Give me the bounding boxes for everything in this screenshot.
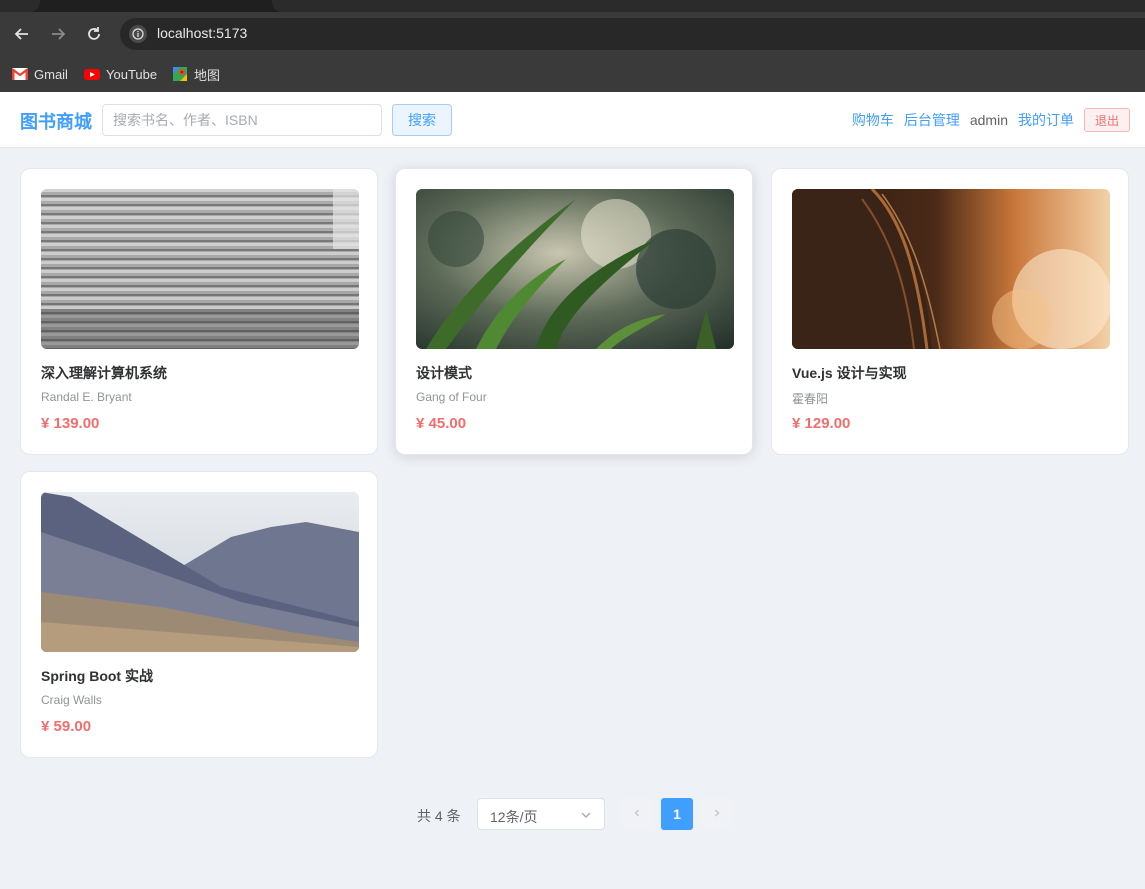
forward-arrow-icon[interactable] <box>46 22 70 46</box>
bookmark-maps[interactable]: 地图 <box>172 64 220 84</box>
reload-icon[interactable] <box>82 22 106 46</box>
browser-tab[interactable] <box>0 0 40 12</box>
username-label: admin <box>969 112 1008 128</box>
bookmarks-bar: Gmail YouTube 地图 <box>0 56 1145 92</box>
book-card[interactable]: 设计模式 Gang of Four ¥ 45.00 <box>395 168 753 455</box>
cart-link[interactable]: 购物车 <box>852 110 894 130</box>
bookmark-label: YouTube <box>106 66 158 82</box>
book-author: Randal E. Bryant <box>41 390 132 404</box>
gmail-icon <box>11 67 29 81</box>
chevron-right-icon <box>712 805 722 823</box>
bookmark-label: 地图 <box>194 67 221 83</box>
youtube-icon <box>84 67 100 81</box>
book-cover-image[interactable] <box>41 492 359 652</box>
page-size-value: 12条/页 <box>490 809 538 825</box>
book-title[interactable]: 设计模式 <box>416 363 472 383</box>
maps-icon <box>172 67 188 81</box>
browser-tab-area <box>272 0 1145 12</box>
browser-tab-strip <box>0 0 1145 12</box>
book-card[interactable]: Spring Boot 实战 Craig Walls ¥ 59.00 <box>20 471 378 758</box>
bookmark-label: Gmail <box>34 66 68 82</box>
my-orders-link[interactable]: 我的订单 <box>1018 110 1074 130</box>
book-author: 霍春阳 <box>792 392 829 406</box>
chevron-down-icon <box>580 808 592 826</box>
page-size-select[interactable]: 12条/页 <box>477 798 605 830</box>
chevron-left-icon <box>632 805 642 823</box>
back-arrow-icon[interactable] <box>10 22 34 46</box>
book-author: Craig Walls <box>41 693 102 707</box>
admin-panel-link[interactable]: 后台管理 <box>904 110 960 130</box>
prev-page-button[interactable] <box>621 798 653 830</box>
book-price: ¥ 45.00 <box>416 415 467 432</box>
book-card[interactable]: 深入理解计算机系统 Randal E. Bryant ¥ 139.00 <box>20 168 378 455</box>
book-cover-image[interactable] <box>416 189 734 349</box>
book-card[interactable]: Vue.js 设计与实现 霍春阳 ¥ 129.00 <box>771 168 1129 455</box>
page-number-current[interactable]: 1 <box>661 798 693 830</box>
header-nav: 购物车 后台管理 admin 我的订单 退出 <box>842 108 1130 132</box>
book-cover-image[interactable] <box>792 189 1110 349</box>
book-title[interactable]: 深入理解计算机系统 <box>41 363 167 383</box>
logout-button[interactable]: 退出 <box>1083 108 1130 132</box>
book-title[interactable]: Vue.js 设计与实现 <box>792 363 907 383</box>
next-page-button[interactable] <box>701 798 733 830</box>
browser-toolbar: localhost:5173 <box>0 12 1145 56</box>
book-author: Gang of Four <box>416 390 487 404</box>
search-input[interactable] <box>102 104 382 136</box>
site-logo[interactable]: 图书商城 <box>20 108 92 134</box>
address-bar[interactable]: localhost:5173 <box>120 18 1145 50</box>
book-price: ¥ 139.00 <box>41 415 100 432</box>
book-price: ¥ 59.00 <box>41 718 92 735</box>
pagination-total: 共 4 条 <box>417 808 461 824</box>
bookmark-gmail[interactable]: Gmail <box>11 64 68 84</box>
app-header: 图书商城 搜索 购物车 后台管理 admin 我的订单 退出 <box>0 92 1145 148</box>
book-title[interactable]: Spring Boot 实战 <box>41 666 153 686</box>
book-price: ¥ 129.00 <box>792 415 851 432</box>
address-url[interactable]: localhost:5173 <box>157 25 247 41</box>
bookmark-youtube[interactable]: YouTube <box>84 64 157 84</box>
search-button[interactable]: 搜索 <box>392 104 452 136</box>
book-cover-image[interactable] <box>41 189 359 349</box>
site-info-icon[interactable] <box>129 25 147 43</box>
